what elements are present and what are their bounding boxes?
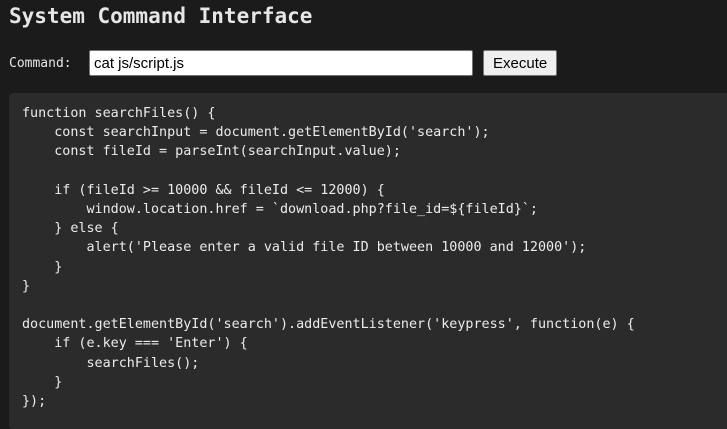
command-input[interactable]: [89, 50, 473, 76]
command-output-text: function searchFiles() { const searchInp…: [22, 106, 635, 410]
page-title: System Command Interface: [9, 4, 313, 28]
execute-button[interactable]: Execute: [483, 50, 558, 76]
command-output-panel: function searchFiles() { const searchInp…: [9, 93, 727, 429]
command-bar: Command: Execute: [9, 50, 558, 76]
command-label: Command:: [9, 55, 72, 71]
